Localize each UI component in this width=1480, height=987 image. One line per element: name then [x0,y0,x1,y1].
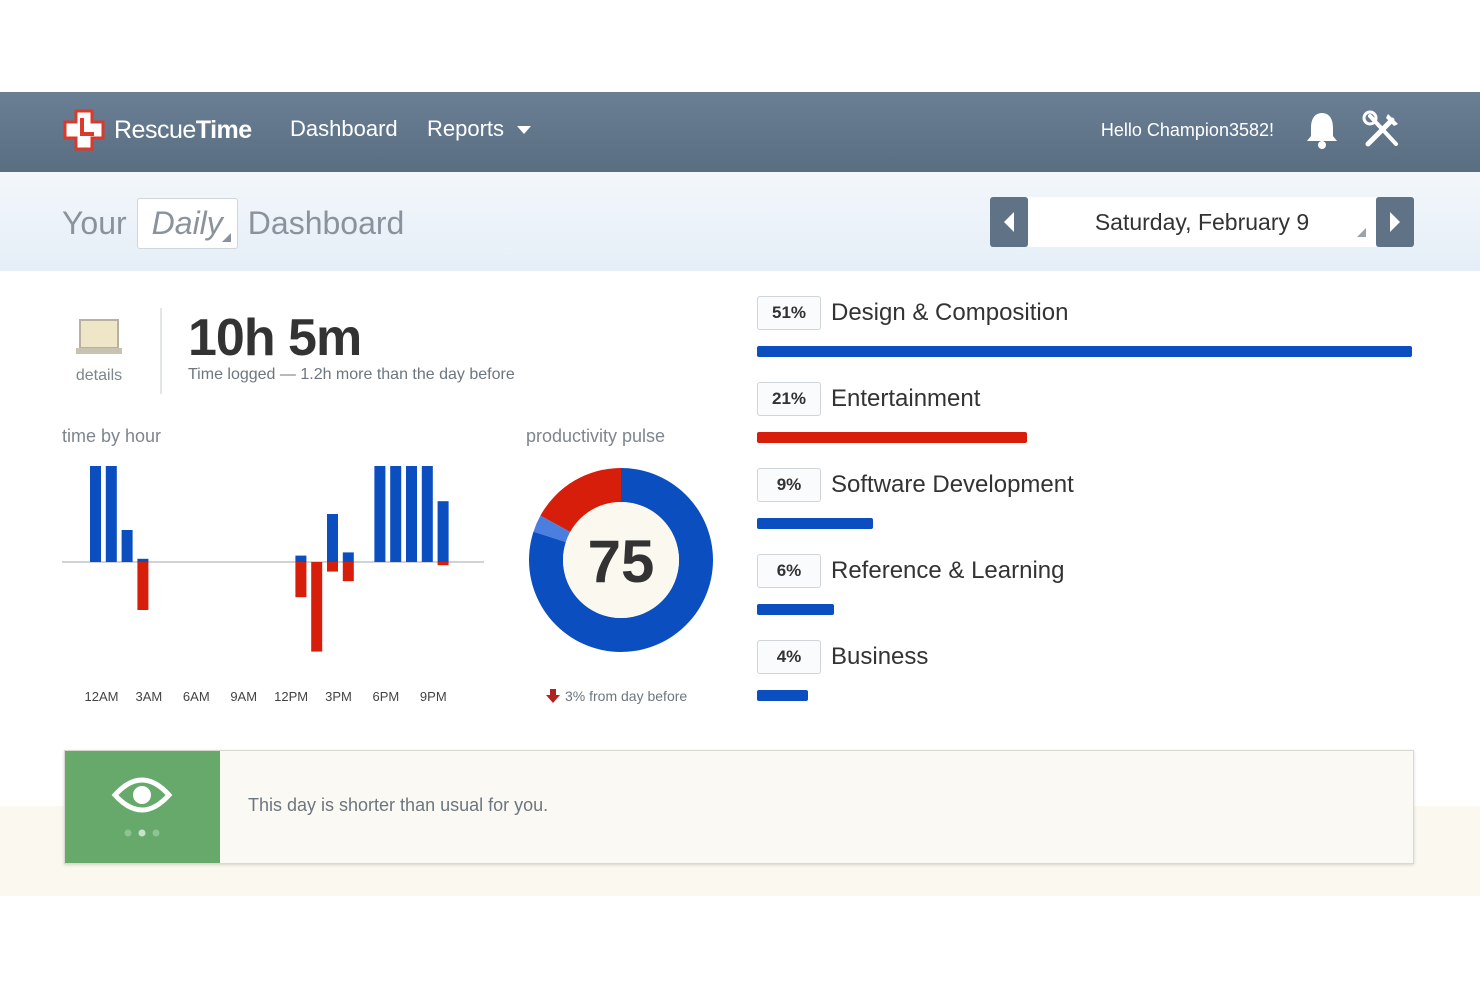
category-percent: 51% [757,296,821,330]
notification-bell-icon[interactable] [1304,110,1340,155]
next-day-button[interactable] [1376,197,1414,247]
category-bar [757,690,809,701]
date-picker[interactable]: Saturday, February 9 [1028,197,1376,247]
nav-reports[interactable]: Reports [427,116,532,142]
productivity-pulse-svg: 75 [529,468,713,652]
time-comparison: Time logged — 1.2h more than the day bef… [188,366,515,383]
hour-bar [105,466,117,562]
hour-tick-label: 12AM [85,689,119,704]
dropdown-corner-icon [221,233,231,242]
arrow-right-icon [1390,212,1400,232]
hour-tick-label: 6AM [183,689,210,704]
pulse-change: 3% from day before [546,688,687,704]
category-item[interactable]: 51% Design & Composition [757,296,1417,357]
hour-bar [327,514,338,562]
category-item[interactable]: 9% Software Development [757,468,1417,529]
pulse-score: 75 [588,528,655,595]
previous-day-button[interactable] [990,197,1028,247]
nav-reports-label: Reports [427,116,505,141]
category-name: Software Development [831,471,1074,498]
details-link[interactable]: details [62,318,136,385]
category-name: Design & Composition [831,299,1069,326]
notice-icon-panel [65,751,220,863]
hour-bar [90,466,101,562]
category-percent: 4% [757,640,821,674]
category-name: Entertainment [831,385,981,412]
date-navigator: Saturday, February 9 [990,197,1414,247]
laptop-icon [76,319,122,354]
hour-bar [342,552,354,562]
dropdown-corner-icon [1357,228,1366,237]
hour-bar [137,558,149,562]
category-item[interactable]: 4% Business [757,640,1417,701]
app-logo[interactable]: RescueTime [62,108,252,152]
hour-tick-label: 6PM [373,689,400,704]
hour-bar [437,501,449,562]
top-nav-bar: RescueTime Dashboard Reports Hello Champ… [0,92,1480,172]
time-by-hour-label: time by hour [62,426,162,446]
time-by-hour-svg: 12AM 3AM 6AM 9AM 12PM 3PM 6PM 9PM [62,466,484,704]
arrow-left-icon [1004,212,1014,232]
hour-bar [311,562,323,652]
category-percent: 21% [757,382,821,416]
hour-bar [390,466,402,562]
hour-tick-label: 9AM [230,689,257,704]
page-title: Your Daily Dashboard [62,198,404,249]
hour-bar [137,562,149,610]
category-bar [757,518,873,529]
title-prefix: Your [62,205,127,241]
hour-bar [421,466,433,562]
eye-icon [111,777,173,837]
hour-bar [121,530,133,562]
hour-bar [327,562,338,572]
time-by-hour-chart: 12AM 3AM 6AM 9AM 12PM 3PM 6PM 9PM [62,455,492,715]
hour-bar [295,555,307,562]
total-time: 10h 5m [188,309,362,367]
app-name: RescueTime [114,115,252,144]
period-dropdown[interactable]: Daily [136,198,238,249]
title-suffix: Dashboard [247,205,405,241]
category-bar [757,604,835,615]
caret-down-icon [517,126,532,135]
period-value: Daily [151,205,223,241]
hour-tick-label: 12PM [274,689,308,704]
category-bar [757,432,1027,443]
summary-divider [160,308,162,394]
category-item[interactable]: 21% Entertainment [757,382,1417,443]
insight-notice[interactable]: This day is shorter than usual for you. [64,750,1414,864]
hour-bar [342,562,354,582]
rescuetime-logo-icon [62,108,106,152]
hour-bar [437,562,449,566]
nav-dashboard[interactable]: Dashboard [290,116,398,142]
arrow-down-icon [546,689,560,703]
hour-bar [295,562,307,598]
hour-bar [406,466,417,562]
pulse-change-text: 3% from day before [565,688,688,704]
category-percent: 9% [757,468,821,502]
category-item[interactable]: 6% Reference & Learning [757,554,1417,615]
current-date: Saturday, February 9 [1094,208,1310,235]
settings-tools-icon[interactable] [1362,110,1402,155]
hour-tick-label: 9PM [420,689,447,704]
notice-text: This day is shorter than usual for you. [248,795,549,815]
productivity-pulse-chart: 75 [526,465,716,660]
category-name: Business [831,643,929,670]
details-label: details [75,367,123,384]
user-greeting[interactable]: Hello Champion3582! [1101,120,1274,141]
category-name: Reference & Learning [831,557,1065,584]
hour-tick-label: 3AM [136,689,163,704]
hour-bar [374,466,386,562]
category-bar [757,346,1412,357]
productivity-pulse-label: productivity pulse [526,426,666,446]
hour-tick-label: 3PM [325,689,352,704]
category-percent: 6% [757,554,821,588]
dashboard-header: Your Daily Dashboard Saturday, February … [0,172,1480,271]
